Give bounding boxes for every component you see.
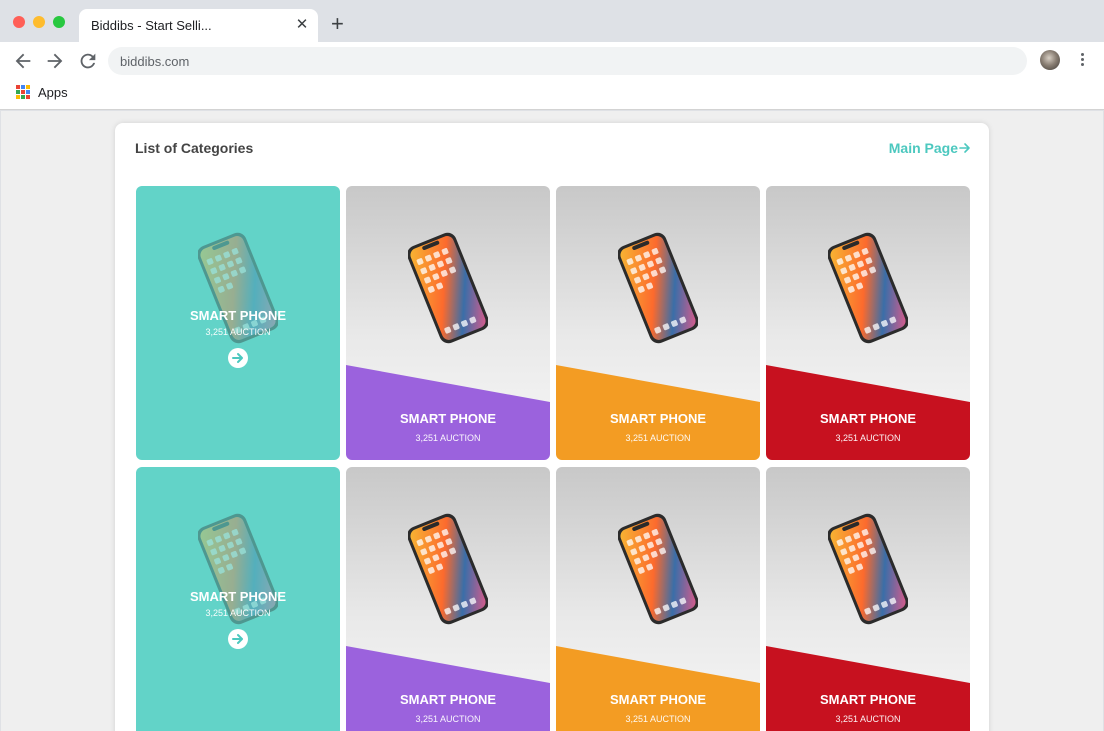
arrow-right-icon	[959, 143, 970, 153]
category-card[interactable]: SMART PHONE 3,251 AUCTION	[346, 186, 550, 460]
browser-toolbar: biddibs.com	[0, 42, 1104, 80]
card-title: SMART PHONE	[609, 692, 707, 707]
card-title: SMART PHONE	[189, 589, 287, 604]
category-card[interactable]: SMART PHONE 3,251 AUCTION	[136, 186, 340, 460]
card-subtitle: 3,251 AUCTION	[625, 714, 691, 724]
card-title: SMART PHONE	[189, 308, 287, 323]
card-subtitle: 3,251 AUCTION	[205, 608, 271, 618]
close-icon[interactable]: ✕	[294, 16, 310, 34]
bookmarks-bar: Apps	[0, 80, 1104, 110]
smartphone-image	[828, 232, 908, 344]
browser-titlebar: Biddibs - Start Selli... ✕ +	[0, 0, 1104, 42]
smartphone-image	[408, 513, 488, 625]
category-card[interactable]: SMART PHONE 3,251 AUCTION	[346, 467, 550, 731]
category-card[interactable]: SMART PHONE 3,251 AUCTION	[556, 467, 760, 731]
card-subtitle: 3,251 AUCTION	[835, 433, 901, 443]
address-bar[interactable]: biddibs.com	[108, 47, 1027, 75]
browser-tab[interactable]: Biddibs - Start Selli... ✕	[79, 9, 318, 42]
category-card[interactable]: SMART PHONE 3,251 AUCTION	[766, 467, 970, 731]
arrow-right-icon[interactable]	[228, 629, 248, 649]
card-subtitle: 3,251 AUCTION	[205, 327, 271, 337]
forward-arrow-icon[interactable]	[44, 50, 66, 72]
category-card[interactable]: SMART PHONE 3,251 AUCTION	[556, 186, 760, 460]
profile-avatar[interactable]	[1040, 50, 1060, 70]
card-title: SMART PHONE	[819, 411, 917, 426]
window-minimize-dot[interactable]	[33, 16, 45, 28]
card-subtitle: 3,251 AUCTION	[625, 433, 691, 443]
card-title: SMART PHONE	[399, 411, 497, 426]
smartphone-image	[408, 232, 488, 344]
window-maximize-dot[interactable]	[53, 16, 65, 28]
page-title: List of Categories	[135, 140, 254, 156]
main-page-link[interactable]: Main Page	[889, 140, 971, 156]
new-tab-icon[interactable]: +	[331, 13, 344, 35]
tab-title: Biddibs - Start Selli...	[91, 18, 212, 33]
card-subtitle: 3,251 AUCTION	[835, 714, 901, 724]
smartphone-image	[618, 513, 698, 625]
card-subtitle: 3,251 AUCTION	[415, 433, 481, 443]
bookmark-apps[interactable]: Apps	[38, 85, 68, 100]
smartphone-image	[828, 513, 908, 625]
window-close-dot[interactable]	[13, 16, 25, 28]
card-subtitle: 3,251 AUCTION	[415, 714, 481, 724]
smartphone-image	[618, 232, 698, 344]
apps-grid-icon[interactable]	[16, 85, 30, 99]
category-card[interactable]: SMART PHONE 3,251 AUCTION	[766, 186, 970, 460]
card-title: SMART PHONE	[609, 411, 707, 426]
page-viewport: List of Categories Main Page SMART PHONE…	[1, 111, 1103, 731]
more-menu-icon[interactable]	[1076, 51, 1088, 71]
reload-icon[interactable]	[77, 50, 99, 72]
category-card[interactable]: SMART PHONE 3,251 AUCTION	[136, 467, 340, 731]
card-title: SMART PHONE	[399, 692, 497, 707]
main-page-link-label: Main Page	[888, 140, 958, 156]
back-arrow-icon[interactable]	[12, 50, 34, 72]
url-text: biddibs.com	[120, 54, 190, 69]
arrow-right-icon[interactable]	[228, 348, 248, 368]
card-title: SMART PHONE	[819, 692, 917, 707]
categories-panel: List of Categories Main Page SMART PHONE…	[115, 123, 989, 731]
